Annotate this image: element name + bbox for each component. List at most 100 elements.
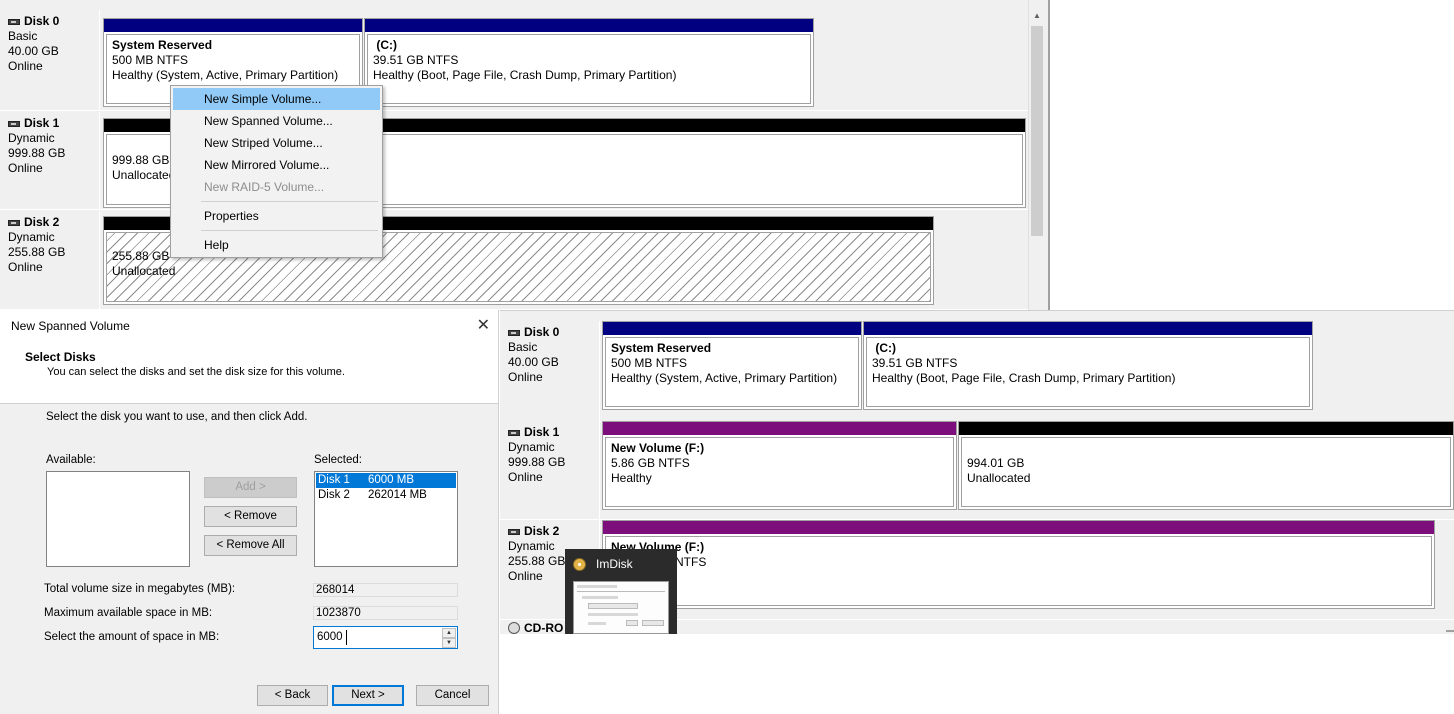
volume-size: 5.86 GB NTFS	[611, 456, 690, 470]
disk-row-disk0: Disk 0 Basic 40.00 GB Online System Rese…	[500, 321, 1454, 422]
max-space-value: 1023870	[313, 606, 458, 620]
disk-type: Dynamic	[8, 131, 55, 145]
volume-title: New Volume (F:)	[611, 441, 705, 455]
disk-size: 999.88 GB	[8, 146, 66, 160]
menu-item-new-raid5-volume: New RAID-5 Volume...	[204, 180, 325, 194]
disk-status: Online	[508, 470, 543, 484]
vertical-scrollbar[interactable]: ▲	[1028, 0, 1045, 310]
volume-title: System Reserved	[112, 38, 213, 52]
disk-name: Disk 2	[24, 215, 60, 229]
volume-status: Healthy (Boot, Page File, Crash Dump, Pr…	[872, 371, 1176, 385]
volume-status: Healthy (System, Active, Primary Partiti…	[112, 68, 339, 82]
wizard-header: Select Disks You can select the disks an…	[0, 340, 498, 404]
available-disks-list[interactable]	[46, 471, 190, 567]
text-caret	[346, 630, 347, 645]
volume-status: Healthy	[611, 471, 652, 485]
volume-status: Unallocated	[112, 264, 176, 278]
disk-name: Disk 1	[24, 116, 60, 130]
disk-info[interactable]: Disk 2 Dynamic 255.88 GB Online	[0, 211, 100, 309]
volume-bar	[104, 19, 362, 32]
imdisk-app-icon	[573, 558, 586, 571]
volume-bar	[365, 19, 813, 32]
disk-size: 40.00 GB	[8, 44, 59, 58]
max-space-label: Maximum available space in MB:	[44, 607, 213, 619]
disk-name: Disk 1	[524, 425, 560, 439]
total-size-label: Total volume size in megabytes (MB):	[44, 583, 236, 595]
imdisk-window-thumbnail	[573, 581, 669, 634]
wizard-step-title: Select Disks	[25, 350, 96, 364]
disk-type: Dynamic	[508, 440, 555, 454]
amount-label: Select the amount of space in MB:	[44, 631, 220, 643]
spin-down-icon[interactable]: ▼	[442, 638, 456, 648]
disk-info[interactable]: Disk 1 Dynamic 999.88 GB Online	[0, 112, 100, 209]
list-item[interactable]: Disk 1 6000 MB	[316, 473, 456, 488]
context-menu: New Simple Volume... New Spanned Volume.…	[170, 85, 383, 258]
disk-info[interactable]: Disk 0 Basic 40.00 GB Online	[500, 321, 600, 421]
spin-up-icon[interactable]: ▲	[442, 628, 456, 638]
disk-row-disk0: Disk 0 Basic 40.00 GB Online System Rese…	[0, 10, 1028, 111]
menu-item-new-mirrored-volume[interactable]: New Mirrored Volume...	[173, 154, 380, 176]
disk-name: CD-RO	[524, 621, 564, 634]
disk-size: 255.88 GB	[8, 245, 66, 259]
volume-c[interactable]: (C:) 39.51 GB NTFS Healthy (Boot, Page F…	[863, 321, 1313, 410]
menu-item-new-simple-volume[interactable]: New Simple Volume...	[173, 88, 380, 110]
dialog-titlebar[interactable]: New Spanned Volume ✕	[0, 310, 498, 340]
volume-title: (C:)	[376, 38, 397, 52]
remove-button[interactable]: < Remove	[204, 506, 297, 527]
top-disk-panel: Disk 0 Basic 40.00 GB Online System Rese…	[0, 0, 1050, 310]
disk-row-disk1: Disk 1 Dynamic 999.88 GB Online New Volu…	[500, 421, 1454, 520]
total-size-value: 268014	[313, 583, 458, 597]
volume-title: (C:)	[875, 341, 896, 355]
disk-status: Online	[8, 161, 43, 175]
disk-name: Disk 0	[24, 14, 60, 28]
disk-info[interactable]: Disk 0 Basic 40.00 GB Online	[0, 10, 100, 110]
volume-size: 994.01 GB	[967, 456, 1025, 470]
volume-system-reserved[interactable]: System Reserved 500 MB NTFS Healthy (Sys…	[602, 321, 862, 410]
hard-disk-icon	[8, 120, 20, 127]
volume-status: Unallocated	[967, 471, 1031, 485]
disk-name: Disk 2	[524, 524, 560, 538]
scroll-up-arrow-icon[interactable]: ▲	[1029, 10, 1045, 22]
next-button[interactable]: Next >	[332, 685, 404, 706]
menu-item-new-striped-volume[interactable]: New Striped Volume...	[173, 132, 380, 154]
menu-item-properties[interactable]: Properties	[173, 205, 380, 227]
menu-item-help[interactable]: Help	[173, 234, 380, 256]
amount-input[interactable]: 6000	[317, 631, 343, 643]
disk-size: 999.88 GB	[508, 455, 566, 469]
hard-disk-icon	[508, 528, 520, 535]
volume-size: 500 MB NTFS	[112, 53, 189, 67]
back-button[interactable]: < Back	[257, 685, 328, 706]
disk-info[interactable]: Disk 1 Dynamic 999.88 GB Online	[500, 421, 600, 519]
hard-disk-icon	[8, 219, 20, 226]
scrollbar-thumb[interactable]	[1031, 26, 1043, 236]
volume-title: New Volume (F:)	[611, 540, 705, 554]
hard-disk-icon	[508, 329, 520, 336]
volume-size: NTFS	[675, 555, 707, 569]
close-icon[interactable]: ✕	[477, 315, 490, 335]
menu-item-new-spanned-volume[interactable]: New Spanned Volume...	[173, 110, 380, 132]
list-item[interactable]: Disk 2 262014 MB	[316, 488, 456, 503]
dialog-title: New Spanned Volume	[11, 319, 130, 333]
hard-disk-icon	[8, 18, 20, 25]
selected-disks-list[interactable]: Disk 1 6000 MB Disk 2 262014 MB	[314, 471, 458, 567]
volume-title: System Reserved	[611, 341, 712, 355]
amount-spinbox[interactable]: 6000 ▲ ▼	[313, 626, 458, 649]
disk-type: Dynamic	[8, 230, 55, 244]
remove-all-button[interactable]: < Remove All	[204, 535, 297, 556]
disk-status: Online	[8, 260, 43, 274]
scroll-marker	[1446, 630, 1454, 632]
volume-new-volume-f[interactable]: New Volume (F:) 5.86 GB NTFS Healthy	[602, 421, 957, 510]
disk-name: Disk 0	[524, 325, 560, 339]
volume-unallocated[interactable]: 994.01 GB Unallocated	[958, 421, 1454, 510]
volume-new-volume-f[interactable]: New Volume (F:) NTFS	[602, 520, 1435, 609]
disk-row-disk1: Disk 1 Dynamic 999.88 GB Online 999.88 G…	[0, 112, 1028, 210]
volume-c[interactable]: (C:) 39.51 GB NTFS Healthy (Boot, Page F…	[364, 18, 814, 107]
wizard-step-subtitle: You can select the disks and set the dis…	[47, 366, 345, 378]
add-button: Add >	[204, 477, 297, 498]
volume-size: 39.51 GB NTFS	[373, 53, 459, 67]
menu-separator	[201, 201, 378, 202]
imdisk-taskbar-preview[interactable]: ImDisk	[565, 549, 677, 634]
hard-disk-icon	[508, 429, 520, 436]
cancel-button[interactable]: Cancel	[416, 685, 489, 706]
disk-status: Online	[508, 370, 543, 384]
